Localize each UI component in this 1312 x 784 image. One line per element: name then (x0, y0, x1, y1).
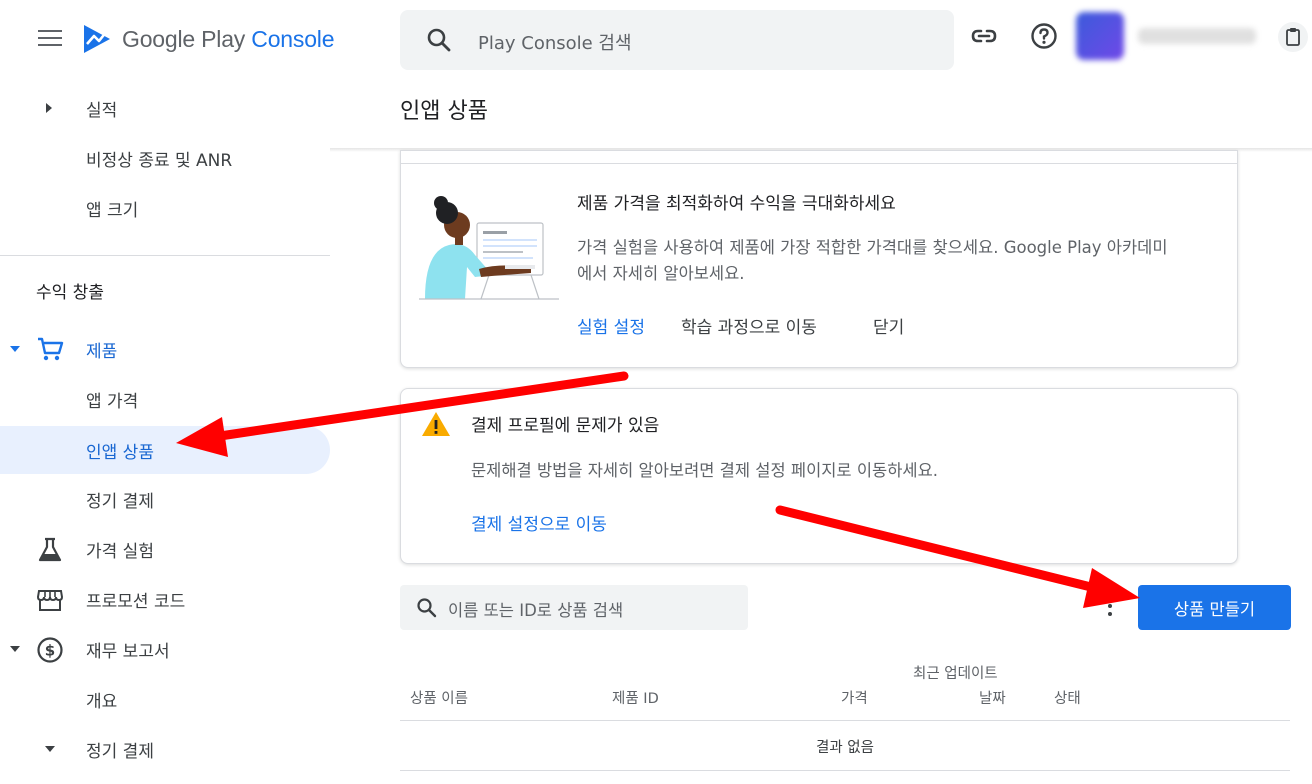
account-name-redacted (1138, 28, 1256, 44)
sidebar-section-monetization: 수익 창출 (36, 283, 104, 303)
empty-table-message: 결과 없음 (816, 740, 874, 756)
sidebar: Google Play Console 실적 비정상 종료 및 ANR 앱 크기… (0, 0, 334, 784)
sidebar-item-overview[interactable]: 개요 (0, 675, 330, 723)
payment-card-body: 문제해결 방법을 자세히 알아보려면 결제 설정 페이지로 이동하세요. (471, 461, 938, 480)
sidebar-item-label: 가격 실험 (86, 541, 154, 562)
sidebar-divider (0, 255, 330, 256)
help-icon[interactable] (1030, 22, 1058, 50)
table-bottom-divider (400, 770, 1290, 771)
column-header-last-updated-date[interactable]: 날짜 (979, 687, 1006, 708)
search-icon (417, 598, 437, 618)
sidebar-item-label: 정기 결제 (86, 491, 154, 512)
go-to-course-button[interactable]: 학습 과정으로 이동 (681, 313, 817, 338)
sidebar-item-price-experiments[interactable]: 가격 실험 (0, 525, 330, 573)
sidebar-item-app-pricing[interactable]: 앱 가격 (0, 375, 330, 423)
svg-text:$: $ (45, 642, 55, 660)
sidebar-item-financial-reports[interactable]: $ 재무 보고서 (0, 625, 330, 673)
page-title: 인앱 상품 (400, 99, 488, 124)
account-avatar[interactable] (1076, 12, 1124, 60)
pricing-card-title: 제품 가격을 최적화하여 수익을 극대화하세요 (577, 194, 896, 214)
column-header-product-name[interactable]: 상품 이름 (410, 687, 468, 708)
setup-experiment-link[interactable]: 실험 설정 (577, 313, 645, 338)
play-console-logo-icon[interactable] (82, 22, 112, 56)
sidebar-item-products[interactable]: 제품 (0, 325, 330, 373)
sidebar-item-label: 프로모션 코드 (86, 591, 186, 612)
store-icon (36, 590, 64, 611)
global-search-input[interactable]: Play Console 검색 (400, 10, 954, 70)
brand-name[interactable]: Google Play Console (122, 26, 334, 53)
sidebar-item-label: 재무 보고서 (86, 641, 170, 662)
go-to-payment-settings-link[interactable]: 결제 설정으로 이동 (471, 510, 607, 535)
sidebar-item-subscription-reports[interactable]: 정기 결제 (0, 725, 330, 773)
warning-icon (422, 412, 450, 436)
sidebar-item-performance[interactable]: 실적 (0, 84, 330, 132)
column-header-product-id[interactable]: 제품 ID (612, 687, 659, 708)
search-icon (427, 28, 451, 52)
caret-down-icon[interactable] (10, 646, 20, 652)
brand-bar: Google Play Console (0, 0, 334, 80)
pricing-experiment-card: 제품 가격을 최적화하여 수익을 극대화하세요 가격 실험을 사용하여 제품에 … (400, 150, 1238, 368)
account-menu-icon[interactable] (1278, 22, 1308, 52)
column-header-price[interactable]: 가격 (841, 687, 868, 708)
sidebar-item-crashes[interactable]: 비정상 종료 및 ANR (0, 134, 330, 182)
sidebar-item-label: 개요 (86, 691, 118, 712)
pricing-card-body: 가격 실험을 사용하여 제품에 가장 적합한 가격대를 찾으세요. Google… (577, 238, 1168, 283)
card-divider (401, 163, 1237, 164)
product-search-placeholder: 이름 또는 ID로 상품 검색 (448, 601, 624, 620)
payment-card-title: 결제 프로필에 문제가 있음 (471, 416, 660, 436)
column-header-last-updated[interactable]: 최근 업데이트 (913, 662, 998, 683)
product-search-input[interactable]: 이름 또는 ID로 상품 검색 (400, 585, 748, 630)
sidebar-item-subscriptions[interactable]: 정기 결제 (0, 475, 330, 523)
caret-right-icon[interactable] (46, 103, 52, 113)
caret-down-icon[interactable] (45, 746, 55, 752)
dollar-circle-icon: $ (37, 637, 63, 663)
cart-icon (38, 337, 64, 361)
clipboard-icon (1286, 28, 1300, 46)
hamburger-menu-icon[interactable] (38, 30, 62, 50)
payment-profile-warning-card: 결제 프로필에 문제가 있음 문제해결 방법을 자세히 알아보려면 결제 설정 … (400, 388, 1238, 564)
sidebar-item-label: 제품 (86, 341, 118, 362)
caret-down-icon[interactable] (10, 346, 20, 352)
sidebar-item-label: 실적 (86, 100, 118, 121)
link-icon[interactable] (970, 22, 998, 50)
sidebar-item-in-app-products[interactable]: 인앱 상품 (0, 426, 330, 474)
sidebar-item-app-size[interactable]: 앱 크기 (0, 184, 330, 232)
column-header-status[interactable]: 상태 (1054, 687, 1081, 708)
sidebar-item-label: 정기 결제 (86, 741, 154, 762)
search-placeholder: Play Console 검색 (478, 33, 632, 54)
sidebar-item-label: 앱 가격 (86, 391, 139, 412)
dismiss-button[interactable]: 닫기 (873, 313, 904, 338)
flask-icon (38, 537, 62, 562)
sidebar-item-promo-codes[interactable]: 프로모션 코드 (0, 575, 330, 623)
table-header-divider (400, 720, 1290, 721)
sidebar-item-label: 비정상 종료 및 ANR (86, 150, 233, 171)
sidebar-item-label: 인앱 상품 (86, 442, 154, 463)
create-product-button[interactable]: 상품 만들기 (1138, 585, 1291, 630)
sidebar-item-label: 앱 크기 (86, 200, 139, 221)
more-options-icon[interactable] (1104, 596, 1116, 622)
person-at-computer-illustration-icon (419, 196, 559, 300)
